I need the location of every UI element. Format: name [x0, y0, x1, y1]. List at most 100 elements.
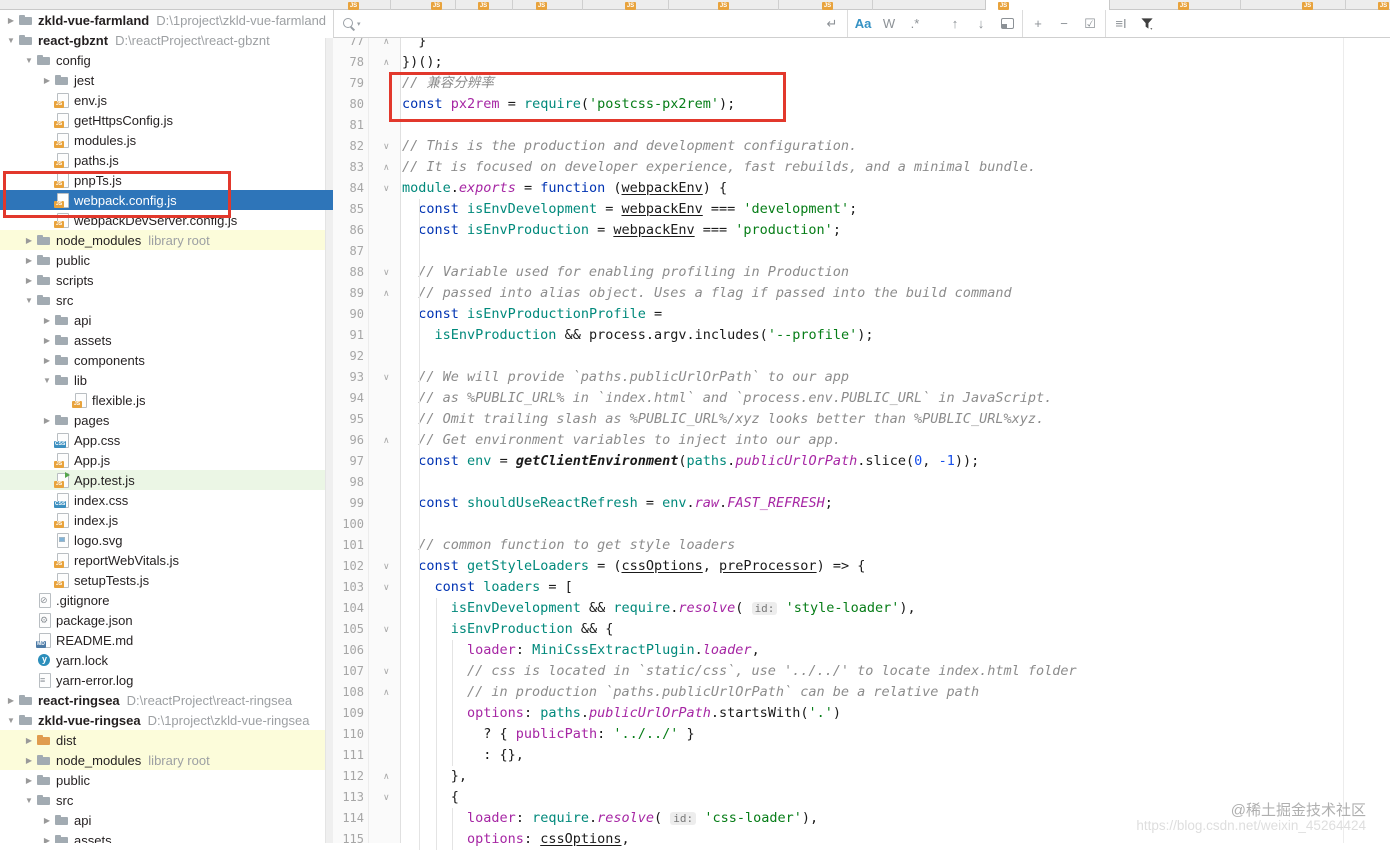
chevron-right-icon[interactable]: ▶	[40, 76, 54, 85]
chevron-down-icon[interactable]: ▼	[22, 796, 36, 805]
code-line-113[interactable]: {	[402, 787, 459, 808]
fold-region-end-icon[interactable]: ∧	[383, 433, 390, 447]
code-line-102[interactable]: const getStyleLoaders = (cssOptions, pre…	[402, 556, 865, 577]
remove-selection-button[interactable]: −	[1051, 10, 1077, 37]
code-line-82[interactable]: // This is the production and developmen…	[402, 136, 857, 157]
js-file-tab-icon[interactable]: JS	[1302, 2, 1313, 10]
tree-item-webpack-config-js[interactable]: JS webpack.config.js	[0, 190, 333, 210]
add-selection-button[interactable]: +	[1025, 10, 1051, 37]
code-line-88[interactable]: // Variable used for enabling profiling …	[402, 262, 849, 283]
chevron-right-icon[interactable]: ▶	[22, 256, 36, 265]
tree-item-src[interactable]: ▼ src	[0, 290, 325, 310]
js-file-tab-icon[interactable]: JS	[1178, 2, 1189, 10]
tree-item-pnpts-js[interactable]: JS pnpTs.js	[0, 170, 325, 190]
tree-item-app-test-js[interactable]: JS App.test.js	[0, 470, 325, 490]
tree-item-gethttpsconfig-js[interactable]: JS getHttpsConfig.js	[0, 110, 325, 130]
tree-item-webpackdevserver-config-js[interactable]: JS webpackDevServer.config.js	[0, 210, 325, 230]
chevron-down-icon[interactable]: ▼	[22, 56, 36, 65]
tree-item-app-css[interactable]: CSS App.css	[0, 430, 325, 450]
js-file-tab-icon[interactable]: JS	[348, 2, 359, 10]
code-line-94[interactable]: // as %PUBLIC_URL% in `index.html` and `…	[402, 388, 1052, 409]
code-line-105[interactable]: isEnvProduction && {	[402, 619, 614, 640]
code-line-114[interactable]: loader: require.resolve( id: 'css-loader…	[402, 808, 818, 829]
chevron-down-icon[interactable]: ▼	[4, 36, 18, 45]
tree-item-api[interactable]: ▶ api	[0, 310, 325, 330]
js-file-tab-icon[interactable]: JS	[536, 2, 547, 10]
fold-region-start-icon[interactable]: ∨	[383, 622, 390, 636]
code-line-99[interactable]: const shouldUseReactRefresh = env.raw.FA…	[402, 493, 833, 514]
code-line-97[interactable]: const env = getClientEnvironment(paths.p…	[402, 451, 979, 472]
js-file-tab-icon[interactable]: JS	[625, 2, 636, 10]
chevron-down-icon[interactable]: ▼	[22, 296, 36, 305]
tree-item-node-modules[interactable]: ▶ node_modules library root	[0, 750, 325, 770]
fold-region-start-icon[interactable]: ∨	[383, 580, 390, 594]
whole-words-button[interactable]: W	[876, 10, 902, 37]
tree-item-readme-md[interactable]: MD README.md	[0, 630, 325, 650]
fold-region-start-icon[interactable]: ∨	[383, 181, 390, 195]
chevron-right-icon[interactable]: ▶	[22, 776, 36, 785]
code-line-112[interactable]: },	[402, 766, 467, 787]
code-line-79[interactable]: // 兼容分辨率	[402, 73, 494, 94]
code-line-107[interactable]: // css is located in `static/css`, use '…	[402, 661, 1077, 682]
code-line-110[interactable]: ? { publicPath: '../../' }	[402, 724, 694, 745]
chevron-down-icon[interactable]: ▼	[40, 376, 54, 385]
chevron-right-icon[interactable]: ▶	[22, 736, 36, 745]
open-in-find-window-button[interactable]	[994, 10, 1020, 37]
tree-item-react-ringsea[interactable]: ▶ react-ringsea D:\reactProject\react-ring…	[0, 690, 325, 710]
tree-item-react-gbznt[interactable]: ▼ react-gbznt D:\reactProject\react-gbznt	[0, 30, 325, 50]
js-file-tab-icon[interactable]: JS	[478, 2, 489, 10]
chevron-right-icon[interactable]: ▶	[22, 756, 36, 765]
filter-search-lines-button[interactable]: ≡I	[1108, 10, 1134, 37]
tree-item-flexible-js[interactable]: JS flexible.js	[0, 390, 325, 410]
js-file-tab-icon[interactable]: JS	[998, 2, 1009, 10]
tree-item-lib[interactable]: ▼ lib	[0, 370, 325, 390]
code-line-84[interactable]: module.exports = function (webpackEnv) {	[402, 178, 727, 199]
code-line-83[interactable]: // It is focused on developer experience…	[402, 157, 1036, 178]
match-case-button[interactable]: Aa	[850, 10, 876, 37]
code-line-106[interactable]: loader: MiniCssExtractPlugin.loader,	[402, 640, 760, 661]
js-file-tab-icon[interactable]: JS	[1378, 2, 1389, 10]
fold-region-end-icon[interactable]: ∧	[383, 769, 390, 783]
newline-icon[interactable]: ↵	[819, 10, 845, 37]
chevron-right-icon[interactable]: ▶	[4, 16, 18, 25]
tree-item-src[interactable]: ▼ src	[0, 790, 325, 810]
chevron-right-icon[interactable]: ▶	[40, 316, 54, 325]
tree-item-paths-js[interactable]: JS paths.js	[0, 150, 325, 170]
chevron-right-icon[interactable]: ▶	[40, 356, 54, 365]
chevron-right-icon[interactable]: ▶	[40, 336, 54, 345]
code-line-80[interactable]: const px2rem = require('postcss-px2rem')…	[402, 94, 735, 115]
code-line-93[interactable]: // We will provide `paths.publicUrlOrPat…	[402, 367, 849, 388]
fold-region-end-icon[interactable]: ∧	[383, 286, 390, 300]
code-line-96[interactable]: // Get environment variables to inject i…	[402, 430, 841, 451]
fold-region-start-icon[interactable]: ∨	[383, 370, 390, 384]
fold-region-start-icon[interactable]: ∨	[383, 559, 390, 573]
tree-item-node-modules[interactable]: ▶ node_modules library root	[0, 230, 325, 250]
code-line-95[interactable]: // Omit trailing slash as %PUBLIC_URL%/x…	[402, 409, 1044, 430]
previous-occurrence-button[interactable]: ↑	[942, 10, 968, 37]
tree-item-api[interactable]: ▶ api	[0, 810, 325, 830]
fold-region-end-icon[interactable]: ∧	[383, 685, 390, 699]
tree-item--gitignore[interactable]: ⊘ .gitignore	[0, 590, 325, 610]
fold-region-end-icon[interactable]: ∧	[383, 55, 390, 69]
select-all-occurrences-button[interactable]: ☑	[1077, 10, 1103, 37]
code-line-78[interactable]: })();	[402, 52, 443, 73]
code-line-103[interactable]: const loaders = [	[402, 577, 573, 598]
chevron-down-icon[interactable]: ▼	[4, 716, 18, 725]
code-line-104[interactable]: isEnvDevelopment && require.resolve( id:…	[402, 598, 916, 619]
code-editor[interactable]: 77 ∧ 78 ∧ 79 80 81 82 ∨ 83 ∧ 84 ∨ 85 86 87 88 ∨ 89 ∧ 90 91 92 9…	[333, 33, 1390, 850]
chevron-right-icon[interactable]: ▶	[22, 236, 36, 245]
tree-item-modules-js[interactable]: JS modules.js	[0, 130, 325, 150]
code-line-86[interactable]: const isEnvProduction = webpackEnv === '…	[402, 220, 841, 241]
code-line-111[interactable]: : {},	[402, 745, 524, 766]
code-line-91[interactable]: isEnvProduction && process.argv.includes…	[402, 325, 874, 346]
tree-item-dist[interactable]: ▶ dist	[0, 730, 325, 750]
chevron-right-icon[interactable]: ▶	[40, 816, 54, 825]
tree-item-setuptests-js[interactable]: JS setupTests.js	[0, 570, 325, 590]
code-line-89[interactable]: // passed into alias object. Uses a flag…	[402, 283, 1011, 304]
tree-scrollbar[interactable]	[325, 38, 333, 843]
tree-item-logo-svg[interactable]: logo.svg	[0, 530, 325, 550]
fold-region-end-icon[interactable]: ∧	[383, 160, 390, 174]
tree-item-zkld-vue-ringsea[interactable]: ▼ zkld-vue-ringsea D:\1project\zkld-vue-ri…	[0, 710, 325, 730]
fold-region-start-icon[interactable]: ∨	[383, 790, 390, 804]
chevron-right-icon[interactable]: ▶	[40, 416, 54, 425]
